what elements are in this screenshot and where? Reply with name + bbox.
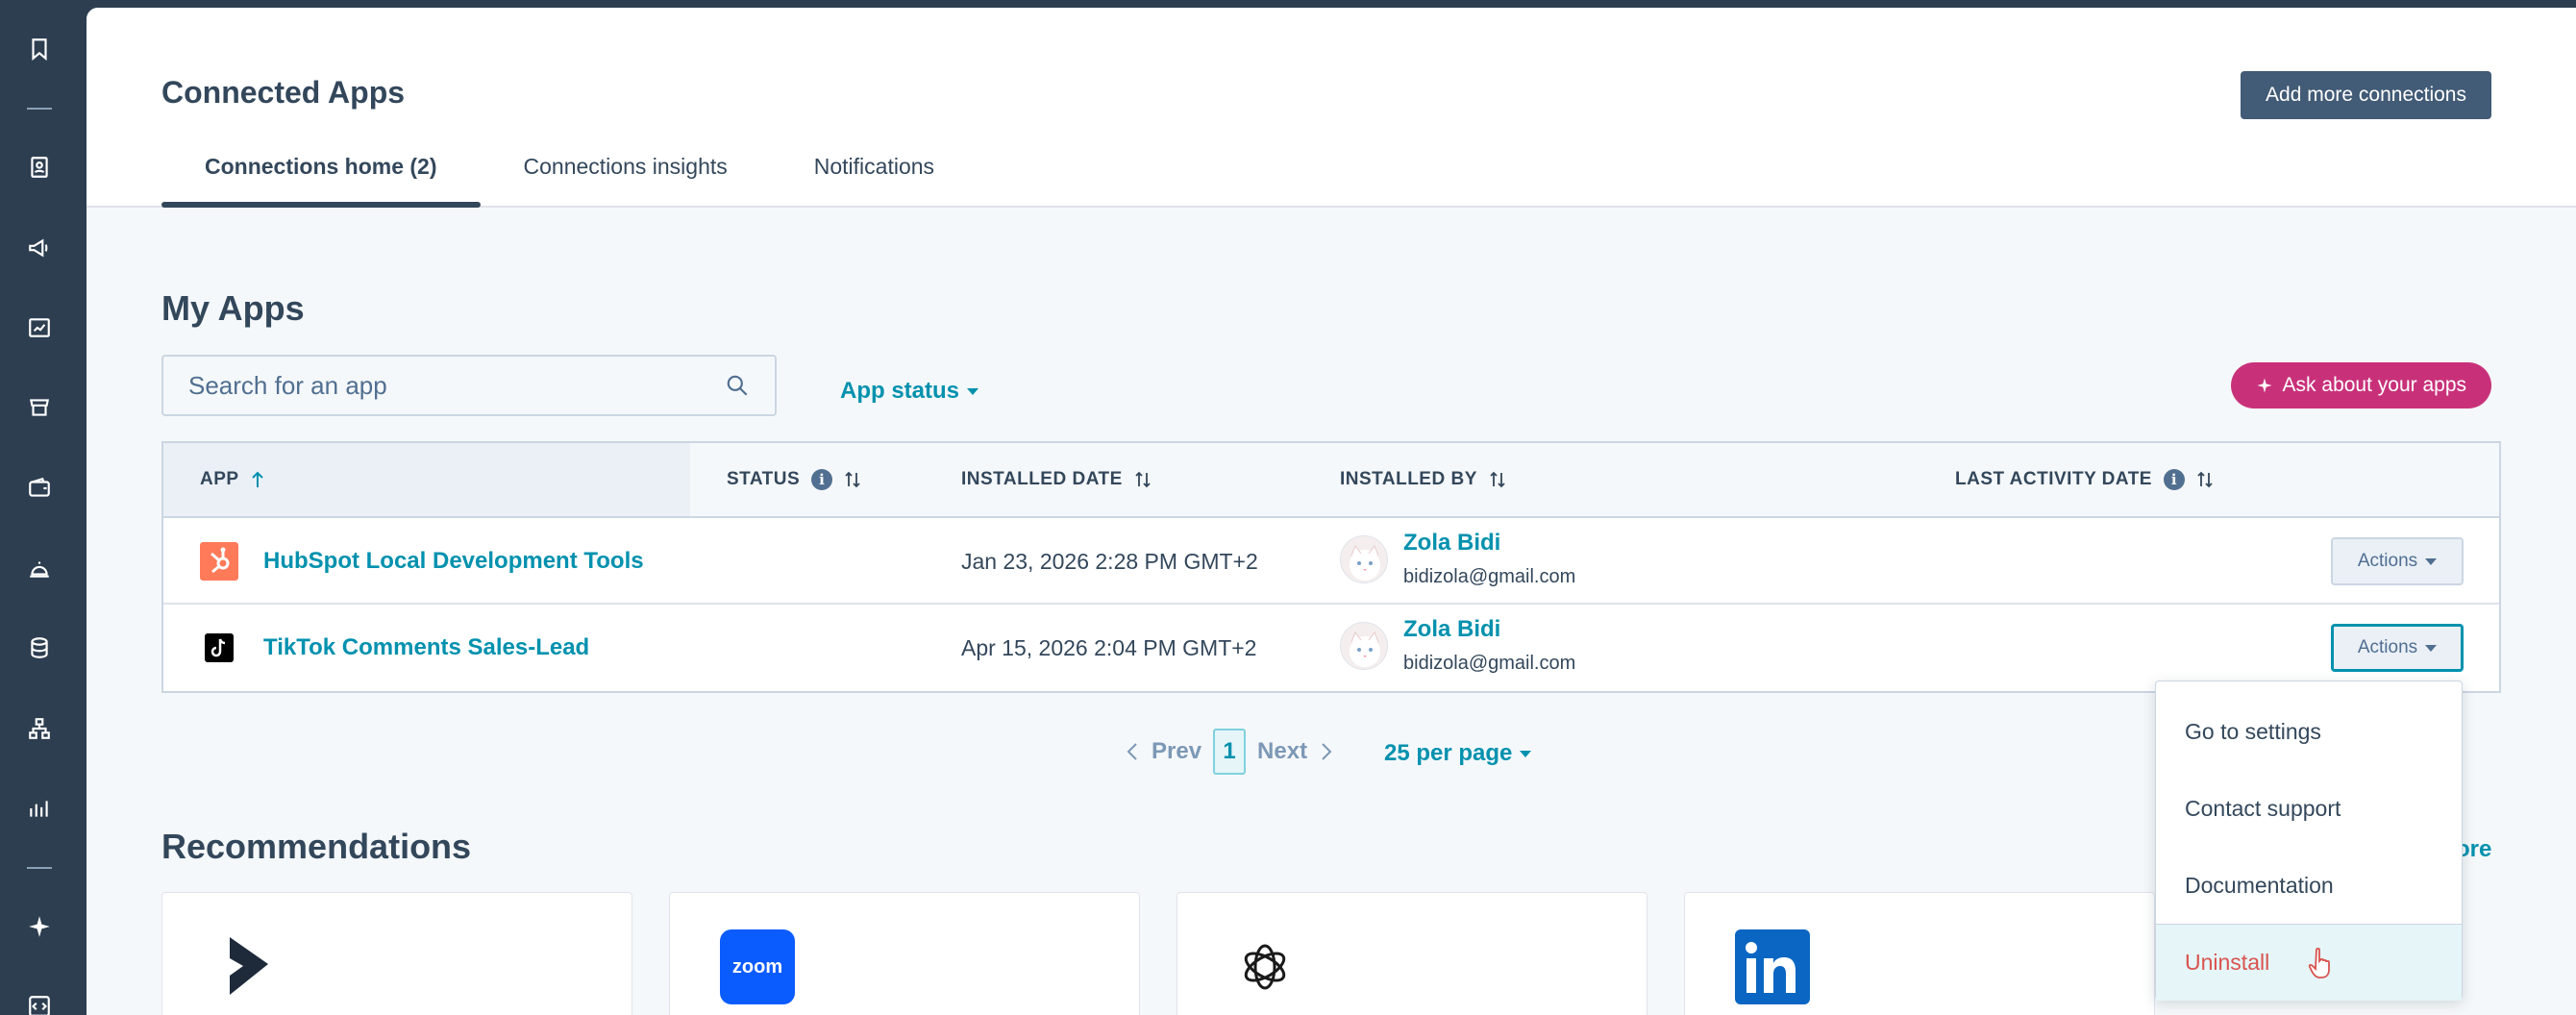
col-installed-date[interactable]: INSTALLED DATE [961,443,1152,516]
zoom-logo-icon: zoom [720,929,795,1004]
left-nav [0,0,79,1015]
menu-item-contact-support[interactable]: Contact support [2156,770,2462,847]
nav-divider [27,108,52,110]
recommendation-card[interactable]: zoom [669,892,1140,1015]
caret-down-icon [967,387,979,395]
contacts-icon[interactable] [19,147,60,187]
caret-down-icon [1520,750,1532,757]
caret-down-icon [2425,557,2438,565]
info-icon[interactable]: i [2163,469,2185,490]
col-status-label: STATUS [727,469,801,489]
search-box [161,355,777,416]
main-panel: Connected Apps Add more connections Conn… [87,8,2576,1015]
page-title: Connected Apps [161,75,406,110]
user-email: bidizola@gmail.com [1403,566,1576,587]
ask-about-apps-label: Ask about your apps [2282,374,2466,396]
svg-text:zoom: zoom [732,956,782,978]
col-installed-by[interactable]: INSTALLED BY [1340,443,1506,516]
openai-logo-icon [1244,944,1286,990]
hubspot-logo-icon [200,542,238,581]
prev-button[interactable]: Prev [1152,738,1201,765]
nav-divider [27,867,52,869]
bookmark-icon[interactable] [19,29,60,69]
tab-connections-insights[interactable]: Connections insights [481,154,771,208]
pagination: Prev 1 Next [1125,728,1334,776]
actions-label: Actions [2357,637,2418,657]
linkedin-logo-icon [1735,929,1810,1004]
table-header: APP STATUS i INSTALLED DATE INSTALLED BY… [163,443,2499,518]
menu-item-documentation[interactable]: Documentation [2156,847,2462,924]
menu-item-go-to-settings[interactable]: Go to settings [2156,693,2462,770]
user-email: bidizola@gmail.com [1403,653,1576,674]
col-last-activity-label: LAST ACTIVITY DATE [1955,469,2152,489]
sort-icon [1135,471,1151,488]
megaphone-icon[interactable] [19,228,60,268]
hierarchy-icon[interactable] [19,708,60,749]
avatar [1340,535,1388,583]
app-status-dropdown[interactable]: App status [840,378,979,405]
app-name-link[interactable]: TikTok Comments Sales-Lead [263,634,589,661]
table-row: TikTok Comments Sales-Lead Apr 15, 2026 … [163,605,2499,691]
menu-item-uninstall[interactable]: Uninstall [2156,924,2462,1001]
chevron-left-icon[interactable] [1125,740,1140,763]
actions-menu: Go to settings Contact support Documenta… [2155,681,2463,1001]
app-name-link[interactable]: HubSpot Local Development Tools [263,548,644,575]
chevron-right-icon[interactable] [1319,740,1334,763]
search-icon[interactable] [725,373,750,398]
database-icon[interactable] [19,628,60,668]
sort-icon [1490,471,1505,488]
sort-ascending-icon [251,471,263,487]
table-row: HubSpot Local Development Tools Jan 23, … [163,518,2499,605]
actions-button[interactable]: Actions [2331,624,2464,672]
col-app-label: APP [200,469,239,489]
tab-notifications[interactable]: Notifications [771,154,978,208]
next-button[interactable]: Next [1257,738,1307,765]
hand-cursor-icon [2308,947,2330,978]
recommendation-card[interactable] [1684,892,2155,1015]
installed-date: Apr 15, 2026 2:04 PM GMT+2 [961,635,1257,660]
sort-icon [2197,471,2213,488]
page-header: Connected Apps Add more connections Conn… [87,8,2576,208]
actions-button[interactable]: Actions [2331,537,2464,585]
per-page-label: 25 per page [1384,740,1513,766]
user-name-link[interactable]: Zola Bidi [1403,616,1500,643]
page-number[interactable]: 1 [1213,729,1247,775]
tab-connections-home[interactable]: Connections home (2) [161,154,481,208]
sparkle-icon [2257,378,2272,393]
recommendations-title: Recommendations [161,827,472,866]
col-installed-by-label: INSTALLED BY [1340,469,1477,489]
recommendation-card[interactable] [161,892,632,1015]
app-status-label: App status [840,378,960,404]
search-input[interactable] [188,370,726,401]
avatar [1340,622,1388,670]
actions-label: Actions [2357,551,2418,571]
user-name-link[interactable]: Zola Bidi [1403,530,1500,557]
col-last-activity[interactable]: LAST ACTIVITY DATE i [1955,443,2214,516]
col-installed-date-label: INSTALLED DATE [961,469,1123,489]
col-app[interactable]: APP [163,443,690,516]
recommendation-card[interactable] [1177,892,1647,1015]
caret-down-icon [2425,644,2438,652]
installed-date: Jan 23, 2026 2:28 PM GMT+2 [961,549,1258,574]
reports-icon[interactable] [19,308,60,348]
store-icon[interactable] [19,387,60,428]
uninstall-label: Uninstall [2185,950,2270,975]
my-apps-title: My Apps [161,288,305,328]
ask-about-apps-button[interactable]: Ask about your apps [2230,362,2491,408]
wallet-icon[interactable] [19,468,60,508]
per-page-dropdown[interactable]: 25 per page [1384,740,1532,767]
dynamics-logo-icon [230,937,268,995]
bar-chart-icon[interactable] [19,788,60,829]
sort-icon [845,471,860,488]
col-status[interactable]: STATUS i [727,443,861,516]
add-connections-button[interactable]: Add more connections [2241,71,2491,119]
code-icon[interactable] [19,986,60,1015]
info-icon[interactable]: i [811,469,833,490]
apps-table: APP STATUS i INSTALLED DATE INSTALLED BY… [161,441,2501,693]
tiktok-logo-icon [205,633,234,662]
service-bell-icon[interactable] [19,548,60,588]
tab-bar: Connections home (2) Connections insight… [161,154,978,208]
sparkle-icon[interactable] [19,906,60,947]
